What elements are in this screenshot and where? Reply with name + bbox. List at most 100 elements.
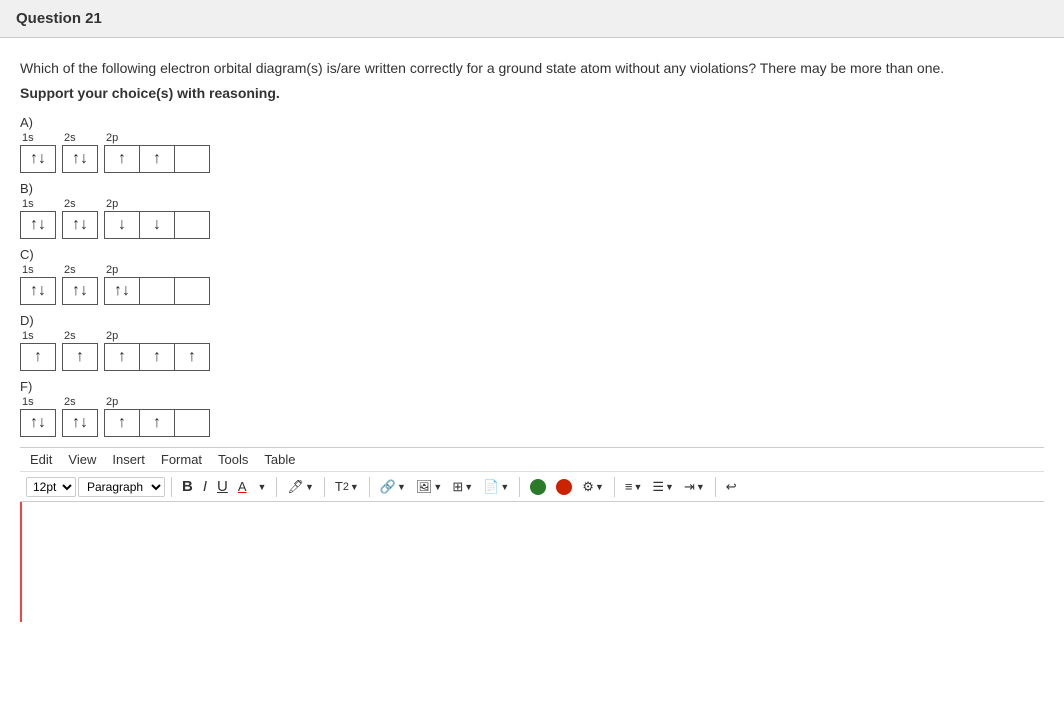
superscript-button[interactable]: T2▼: [331, 477, 363, 496]
diagram-f-2s: 2s ↑↓: [62, 396, 98, 437]
menu-bar: Edit View Insert Format Tools Table: [20, 448, 1044, 472]
paragraph-group: Paragraph Heading 1 Heading 2: [78, 477, 165, 497]
orbital-box: ↑↓: [62, 211, 98, 239]
underline-button[interactable]: U: [213, 476, 232, 497]
diagram-b-1s: 1s ↑↓: [20, 198, 56, 239]
orbital-box: ↑: [139, 343, 175, 371]
diagram-c-2s: 2s ↑↓: [62, 264, 98, 305]
diagram-c: C) 1s ↑↓ 2s ↑↓ 2p ↑↓: [20, 247, 1044, 305]
separator-6: [614, 477, 615, 497]
document-button[interactable]: 📄▼: [479, 477, 513, 497]
separator-3: [324, 477, 325, 497]
editor-container: Edit View Insert Format Tools Table 12pt…: [20, 447, 1044, 622]
orbital-box: [139, 277, 175, 305]
diagram-d-1s: 1s ↑: [20, 330, 56, 371]
diagram-c-1s: 1s ↑↓: [20, 264, 56, 305]
menu-format[interactable]: Format: [161, 452, 202, 467]
diagram-d: D) 1s ↑ 2s ↑ 2p ↑: [20, 313, 1044, 371]
orbital-box: ↑: [139, 409, 175, 437]
highlight-button[interactable]: 🖊▼: [283, 477, 317, 497]
diagram-b-2s: 2s ↑↓: [62, 198, 98, 239]
question-text: Which of the following electron orbital …: [20, 58, 1044, 79]
diagram-d-2s: 2s ↑: [62, 330, 98, 371]
diagram-d-label: D): [20, 313, 1044, 328]
diagram-b-boxes: 1s ↑↓ 2s ↑↓ 2p ↓ ↓: [20, 198, 1044, 239]
editor-body[interactable]: [20, 502, 1044, 622]
separator-4: [369, 477, 370, 497]
orbital-box: ↑: [104, 409, 140, 437]
orbital-box: ↑: [139, 145, 175, 173]
diagram-d-2p: 2p ↑ ↑ ↑: [104, 330, 210, 371]
orbital-box: ↓: [104, 211, 140, 239]
diagram-b-label: B): [20, 181, 1044, 196]
orbital-box: ↑: [104, 145, 140, 173]
diagram-c-2p: 2p ↑↓: [104, 264, 210, 305]
diagram-b: B) 1s ↑↓ 2s ↑↓ 2p ↓: [20, 181, 1044, 239]
link-button[interactable]: 🔗▼: [376, 477, 410, 497]
extra-button[interactable]: ↩: [722, 477, 741, 497]
orbital-box: [174, 145, 210, 173]
diagram-c-label: C): [20, 247, 1044, 262]
orbital-box: ↓: [139, 211, 175, 239]
separator-2: [276, 477, 277, 497]
font-size-select[interactable]: 12pt 10pt 14pt: [26, 477, 76, 497]
orbital-box: ↑↓: [62, 277, 98, 305]
italic-button[interactable]: I: [199, 476, 211, 497]
diagram-f-label: F): [20, 379, 1044, 394]
question-title: Question 21: [16, 10, 102, 27]
page-header: Question 21: [0, 0, 1064, 38]
orbital-box: ↑: [104, 343, 140, 371]
diagram-a-label: A): [20, 115, 1044, 130]
menu-edit[interactable]: Edit: [30, 452, 52, 467]
unordered-list-button[interactable]: ☰▼: [648, 477, 678, 497]
green-dot-button[interactable]: [526, 477, 550, 497]
orbital-box: ↑↓: [62, 409, 98, 437]
orbital-box: ↑↓: [20, 409, 56, 437]
separator-7: [715, 477, 716, 497]
diagram-f-1s: 1s ↑↓: [20, 396, 56, 437]
orbital-box: [174, 409, 210, 437]
menu-tools[interactable]: Tools: [218, 452, 248, 467]
orbital-box: ↑↓: [20, 145, 56, 173]
orbital-box: [174, 211, 210, 239]
orbital-box: ↑: [20, 343, 56, 371]
toolbar: 12pt 10pt 14pt Paragraph Heading 1 Headi…: [20, 472, 1044, 502]
orbital-box: [174, 277, 210, 305]
more-options-button[interactable]: ⚙▼: [578, 477, 608, 497]
content-area: Which of the following electron orbital …: [0, 38, 1064, 632]
orbital-box: ↑↓: [20, 277, 56, 305]
diagram-f-2p: 2p ↑ ↑: [104, 396, 210, 437]
bold-button[interactable]: B: [178, 476, 197, 497]
orbital-box: ↑↓: [20, 211, 56, 239]
diagram-f-boxes: 1s ↑↓ 2s ↑↓ 2p ↑ ↑: [20, 396, 1044, 437]
diagram-a-1s: 1s ↑↓: [20, 132, 56, 173]
paragraph-select[interactable]: Paragraph Heading 1 Heading 2: [78, 477, 165, 497]
diagram-b-2p: 2p ↓ ↓: [104, 198, 210, 239]
red-dot-icon: [556, 479, 572, 495]
align-button[interactable]: ≡▼: [621, 477, 647, 496]
orbital-box: ↑: [174, 343, 210, 371]
font-color-button[interactable]: A: [234, 477, 251, 496]
orbital-box: ↑: [62, 343, 98, 371]
diagram-f: F) 1s ↑↓ 2s ↑↓ 2p ↑: [20, 379, 1044, 437]
support-text: Support your choice(s) with reasoning.: [20, 85, 1044, 101]
font-size-group: 12pt 10pt 14pt: [26, 477, 76, 497]
menu-view[interactable]: View: [68, 452, 96, 467]
diagram-a-boxes: 1s ↑↓ 2s ↑↓ 2p ↑ ↑: [20, 132, 1044, 173]
diagram-a: A) 1s ↑↓ 2s ↑↓ 2p ↑: [20, 115, 1044, 173]
menu-insert[interactable]: Insert: [112, 452, 145, 467]
diagram-a-2p: 2p ↑ ↑: [104, 132, 210, 173]
orbital-diagrams: A) 1s ↑↓ 2s ↑↓ 2p ↑: [20, 115, 1044, 437]
menu-table[interactable]: Table: [264, 452, 295, 467]
font-color-chevron[interactable]: ▼: [253, 480, 271, 494]
diagram-a-2s: 2s ↑↓: [62, 132, 98, 173]
diagram-d-boxes: 1s ↑ 2s ↑ 2p ↑ ↑ ↑: [20, 330, 1044, 371]
table-insert-button[interactable]: ⊞▼: [448, 477, 477, 497]
indent-button[interactable]: ⇥▼: [680, 477, 709, 497]
separator-5: [519, 477, 520, 497]
red-dot-button[interactable]: [552, 477, 576, 497]
diagram-c-boxes: 1s ↑↓ 2s ↑↓ 2p ↑↓: [20, 264, 1044, 305]
orbital-box: ↑↓: [62, 145, 98, 173]
image-button[interactable]: 🖼▼: [412, 477, 446, 497]
separator-1: [171, 477, 172, 497]
